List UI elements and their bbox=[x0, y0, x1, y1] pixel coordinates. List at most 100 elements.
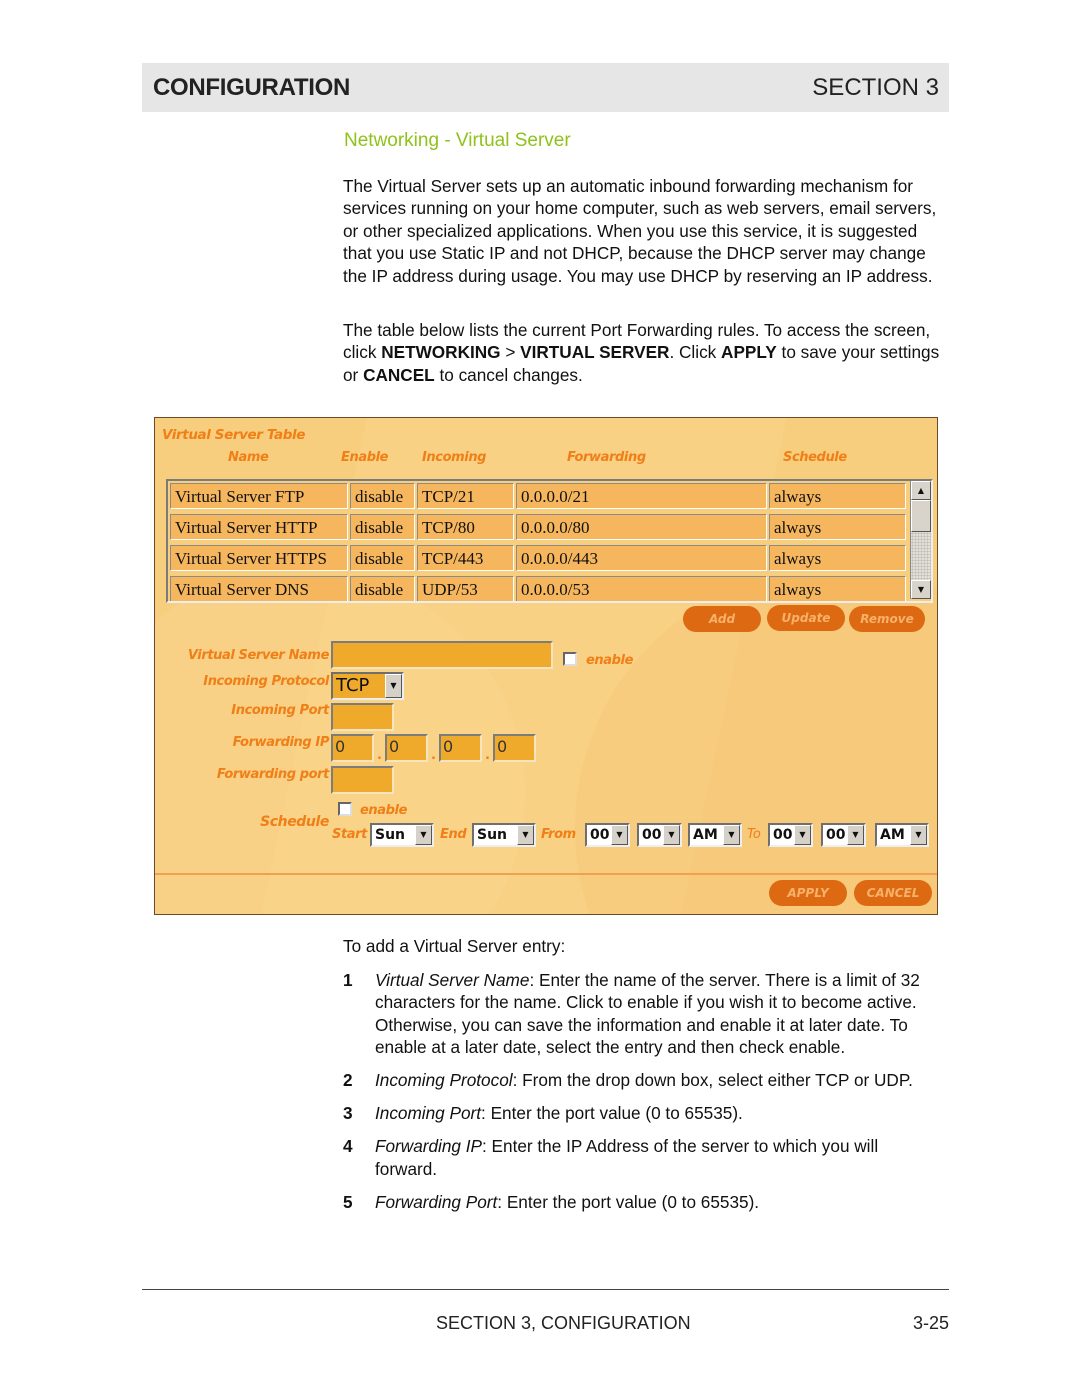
remove-button[interactable]: Remove bbox=[849, 606, 925, 632]
schedule-enable-checkbox[interactable] bbox=[338, 802, 352, 816]
forwarding-port-input[interactable] bbox=[331, 766, 394, 794]
list-item: 1 Virtual Server Name: Enter the name of … bbox=[343, 969, 943, 1059]
forwarding-ip-octet-4[interactable]: 0 bbox=[493, 734, 536, 762]
start-day-value: Sun bbox=[375, 827, 406, 843]
list-item: 5 Forwarding Port: Enter the port value (… bbox=[343, 1191, 943, 1213]
text: to cancel changes. bbox=[434, 364, 583, 385]
dropdown-arrow-icon[interactable]: ▼ bbox=[910, 825, 927, 845]
virtual-server-name-label: Virtual Server Name bbox=[187, 648, 330, 663]
table-scrollbar[interactable]: ▲ ▼ bbox=[910, 481, 931, 599]
dropdown-arrow-icon[interactable]: ▼ bbox=[611, 825, 628, 845]
from-minute-select[interactable]: 00 ▼ bbox=[637, 823, 682, 847]
ip-dot: . bbox=[485, 748, 490, 763]
start-label: Start bbox=[332, 827, 367, 842]
incoming-protocol-value: TCP bbox=[336, 675, 370, 696]
cell-schedule: always bbox=[769, 514, 906, 540]
from-ampm-select[interactable]: AM ▼ bbox=[688, 823, 742, 847]
cell-schedule: always bbox=[769, 576, 906, 601]
list-item: 3 Incoming Port: Enter the port value (0 … bbox=[343, 1102, 943, 1124]
schedule-enable-label: enable bbox=[360, 803, 408, 818]
column-header-name: Name bbox=[228, 450, 269, 465]
scroll-up-arrow-icon[interactable]: ▲ bbox=[911, 481, 931, 500]
cell-name: Virtual Server FTP bbox=[170, 483, 348, 509]
apply-button[interactable]: APPLY bbox=[769, 880, 847, 906]
dropdown-arrow-icon[interactable]: ▼ bbox=[517, 825, 534, 845]
dropdown-arrow-icon[interactable]: ▼ bbox=[415, 825, 432, 845]
page-number: 3-25 bbox=[912, 1313, 949, 1333]
virtual-server-list[interactable]: Virtual Server FTP disable TCP/21 0.0.0.… bbox=[166, 479, 933, 603]
enable-checkbox[interactable] bbox=[563, 652, 577, 666]
column-header-forwarding: Forwarding bbox=[567, 450, 646, 465]
incoming-protocol-select[interactable]: TCP ▼ bbox=[331, 672, 404, 700]
step-text: : Enter the port value (0 to 65535). bbox=[481, 1103, 743, 1124]
dropdown-arrow-icon[interactable]: ▼ bbox=[385, 674, 402, 698]
cell-incoming: TCP/443 bbox=[417, 545, 514, 571]
step-term: Incoming Protocol bbox=[375, 1070, 513, 1091]
step-text: : From the drop down box, select either … bbox=[512, 1070, 913, 1091]
forwarding-port-label: Forwarding port bbox=[216, 767, 330, 782]
virtual-server-name-input[interactable] bbox=[331, 641, 553, 669]
page-header: CONFIGURATION SECTION 3 bbox=[142, 63, 949, 112]
from-minute-value: 00 bbox=[642, 827, 662, 843]
page-subtitle: Networking - Virtual Server bbox=[344, 130, 571, 151]
end-day-select[interactable]: Sun ▼ bbox=[472, 823, 536, 847]
forwarding-ip-octet-3[interactable]: 0 bbox=[439, 734, 482, 762]
to-label: To bbox=[747, 827, 761, 842]
dropdown-arrow-icon[interactable]: ▼ bbox=[723, 825, 740, 845]
forwarding-ip-octet-2[interactable]: 0 bbox=[385, 734, 428, 762]
dropdown-arrow-icon[interactable]: ▼ bbox=[847, 825, 864, 845]
step-text: : Enter the port value (0 to 65535). bbox=[497, 1191, 760, 1212]
incoming-port-label: Incoming Port bbox=[231, 703, 329, 718]
from-label: From bbox=[541, 827, 576, 842]
table-title: Virtual Server Table bbox=[162, 427, 306, 443]
cancel-button[interactable]: CANCEL bbox=[854, 880, 932, 906]
scroll-down-arrow-icon[interactable]: ▼ bbox=[911, 580, 931, 599]
from-hour-select[interactable]: 00 ▼ bbox=[585, 823, 630, 847]
step-term: Forwarding IP bbox=[375, 1136, 482, 1157]
end-day-value: Sun bbox=[477, 827, 508, 843]
scroll-thumb[interactable] bbox=[911, 500, 931, 532]
to-hour-select[interactable]: 00 ▼ bbox=[768, 823, 813, 847]
cell-enable: disable bbox=[350, 576, 415, 601]
forwarding-ip-octet-1[interactable]: 0 bbox=[331, 734, 374, 762]
cell-forwarding: 0.0.0.0/443 bbox=[516, 545, 767, 571]
update-button[interactable]: Update bbox=[767, 605, 845, 631]
menu-networking: NETWORKING bbox=[381, 342, 501, 363]
cell-name: Virtual Server DNS bbox=[170, 576, 348, 601]
apply-ref: APPLY bbox=[721, 342, 777, 363]
steps-intro: To add a Virtual Server entry: bbox=[343, 936, 566, 956]
divider bbox=[155, 873, 937, 875]
step-number: 3 bbox=[343, 1103, 353, 1124]
cell-enable: disable bbox=[350, 514, 415, 540]
incoming-port-input[interactable] bbox=[331, 703, 394, 731]
cell-incoming: TCP/21 bbox=[417, 483, 514, 509]
cell-enable: disable bbox=[350, 545, 415, 571]
schedule-label: Schedule bbox=[260, 814, 329, 830]
to-minute-value: 00 bbox=[826, 827, 846, 843]
text: . Click bbox=[669, 342, 722, 363]
step-term: Forwarding Port bbox=[375, 1191, 498, 1212]
to-ampm-select[interactable]: AM ▼ bbox=[875, 823, 929, 847]
to-hour-value: 00 bbox=[773, 827, 793, 843]
to-ampm-value: AM bbox=[880, 827, 905, 843]
footer-section: SECTION 3, CONFIGURATION bbox=[436, 1313, 691, 1333]
step-term: Incoming Port bbox=[375, 1103, 482, 1124]
list-item: 4 Forwarding IP: Enter the IP Address of … bbox=[343, 1135, 943, 1180]
step-term: Virtual Server Name bbox=[375, 970, 530, 990]
column-header-enable: Enable bbox=[341, 450, 389, 465]
ip-dot: . bbox=[431, 748, 436, 763]
to-minute-select[interactable]: 00 ▼ bbox=[821, 823, 866, 847]
steps-list: 1 Virtual Server Name: Enter the name of … bbox=[343, 969, 943, 1224]
menu-virtual-server: VIRTUAL SERVER bbox=[520, 342, 670, 363]
ip-dot: . bbox=[377, 748, 382, 763]
from-hour-value: 00 bbox=[590, 827, 610, 843]
dropdown-arrow-icon[interactable]: ▼ bbox=[663, 825, 680, 845]
column-header-schedule: Schedule bbox=[783, 450, 847, 465]
dropdown-arrow-icon[interactable]: ▼ bbox=[794, 825, 811, 845]
forwarding-ip-label: Forwarding IP bbox=[232, 735, 330, 750]
start-day-select[interactable]: Sun ▼ bbox=[370, 823, 434, 847]
column-header-incoming: Incoming bbox=[422, 450, 487, 465]
add-button[interactable]: Add bbox=[683, 606, 761, 632]
step-number: 4 bbox=[343, 1136, 353, 1157]
header-chapter: CONFIGURATION bbox=[153, 74, 350, 101]
